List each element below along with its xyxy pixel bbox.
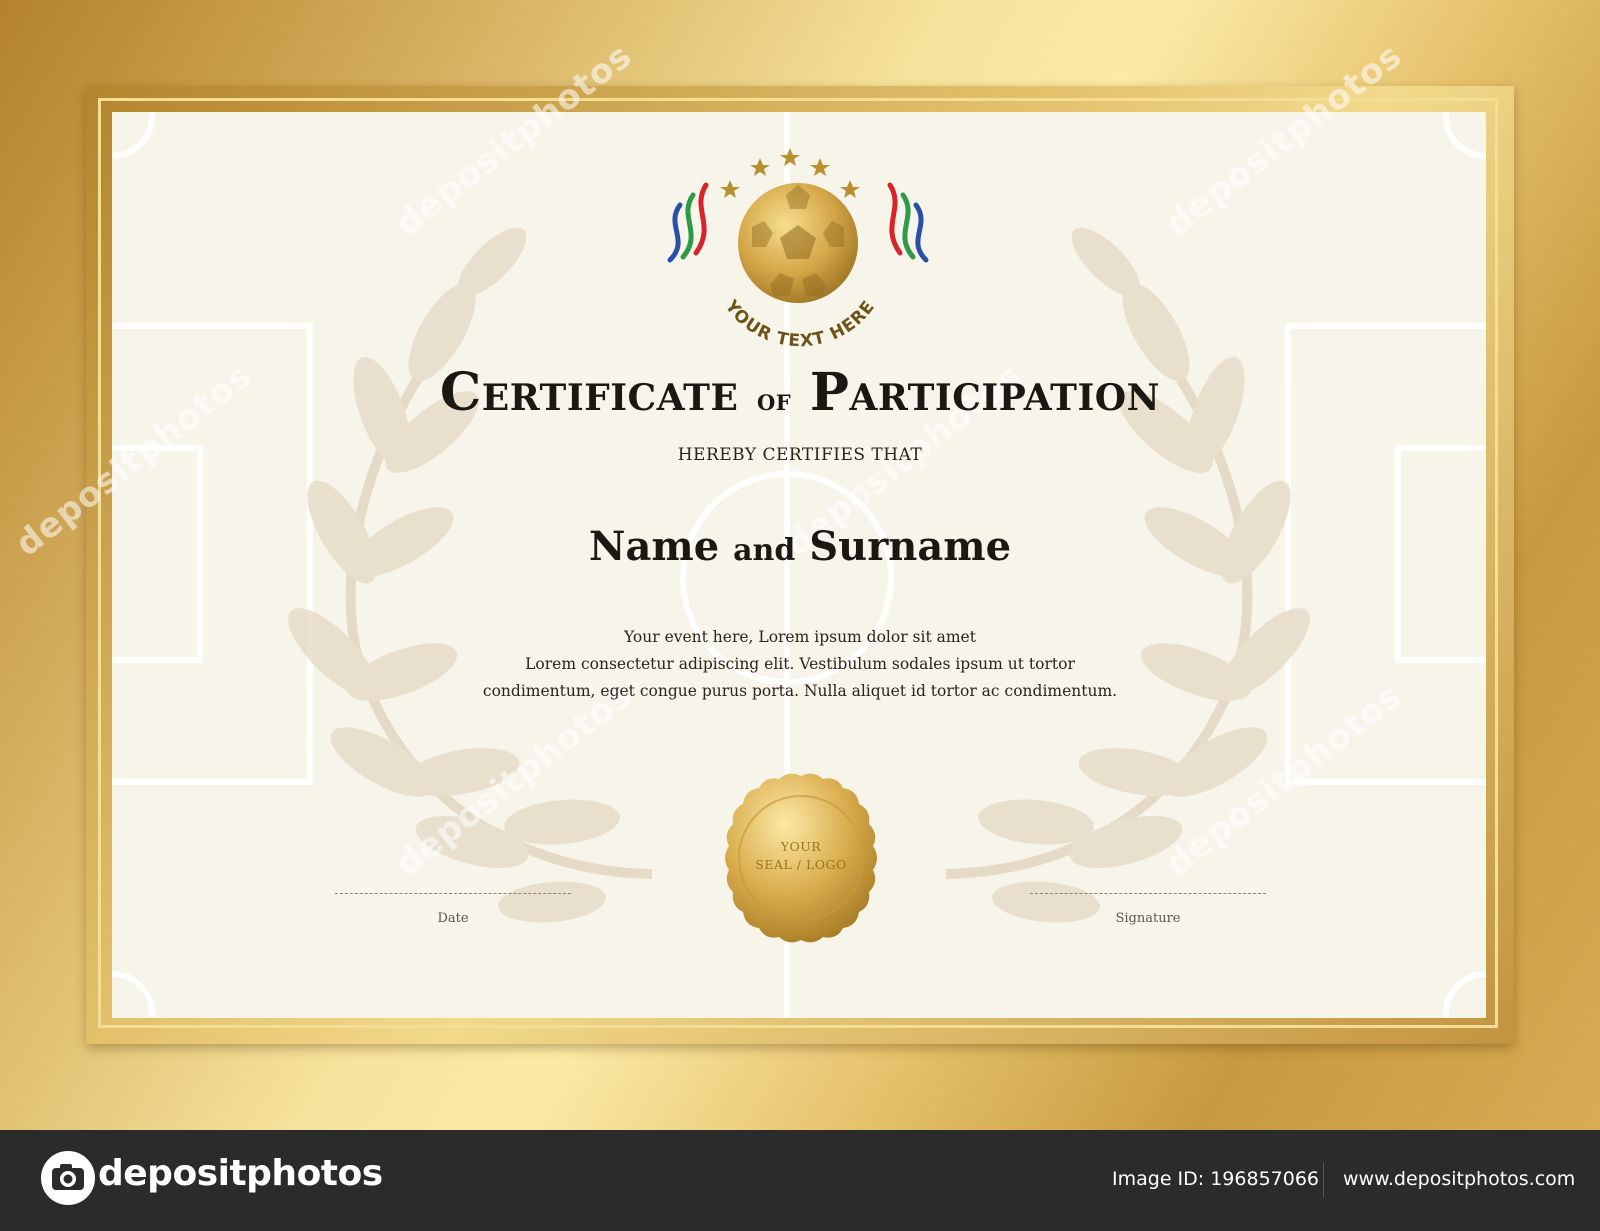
signature-line xyxy=(1030,893,1266,894)
soccer-emblem: YOUR TEXT HERE xyxy=(667,148,929,350)
description-line: condimentum, eget congue purus porta. Nu… xyxy=(482,682,1118,700)
description-line: Lorem consectetur adipiscing elit. Vesti… xyxy=(525,655,1075,673)
seal-text: YOUR SEAL / LOGO xyxy=(716,838,886,874)
title-word-certificate: Certificate xyxy=(439,362,739,423)
title-word-participation: Participation xyxy=(809,362,1161,423)
laurel-right xyxy=(945,227,1310,923)
name-and: and xyxy=(733,533,796,568)
description-line: Your event here, Lorem ipsum dolor sit a… xyxy=(624,628,976,646)
ribbon-right-icon xyxy=(887,182,929,263)
certificate-description: Your event here, Lorem ipsum dolor sit a… xyxy=(0,624,1600,705)
camera-logo-icon xyxy=(41,1151,95,1205)
seal-line: SEAL / LOGO xyxy=(755,857,847,872)
date-label: Date xyxy=(437,911,469,926)
signature-label: Signature xyxy=(1115,911,1181,926)
title-word-of: of xyxy=(757,383,792,418)
footer-divider xyxy=(1323,1163,1324,1197)
seal-line: YOUR xyxy=(780,839,822,854)
recipient-name: Name and Surname xyxy=(0,523,1600,570)
certificate-subtitle: HEREBY CERTIFIES THAT xyxy=(677,445,923,465)
name-first: Name xyxy=(588,523,720,570)
footer-image-id: Image ID: 196857066 xyxy=(1112,1168,1320,1190)
logo-arc-text: YOUR TEXT HERE xyxy=(720,296,879,350)
ribbon-left-icon xyxy=(667,182,709,263)
certificate-title: Certificate of Participation xyxy=(0,362,1600,423)
footer-url[interactable]: www.depositphotos.com xyxy=(1343,1168,1575,1190)
footer-brand: depositphotos xyxy=(98,1153,383,1194)
soccer-ball-icon xyxy=(738,183,858,303)
name-last: Surname xyxy=(809,523,1012,570)
date-line xyxy=(335,893,571,894)
